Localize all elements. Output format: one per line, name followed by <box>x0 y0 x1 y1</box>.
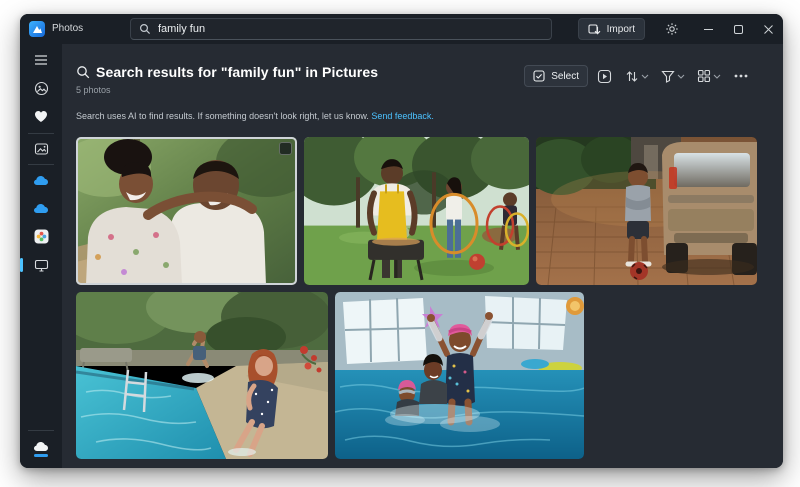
tile-view-button[interactable] <box>693 65 725 87</box>
page-title: Search results for "family fun" in Pictu… <box>96 64 378 80</box>
photos-app-logo-icon <box>29 21 45 37</box>
titlebar-right: Import <box>578 14 783 44</box>
chevron-down-icon <box>713 74 721 79</box>
sidebar-item-onedrive-photos[interactable] <box>27 168 55 192</box>
sidebar-item-gallery[interactable] <box>27 76 55 100</box>
photo-thumbnail[interactable] <box>76 137 297 285</box>
slideshow-button[interactable] <box>592 65 617 87</box>
photo-grid-row <box>76 292 783 459</box>
search-icon <box>139 23 151 35</box>
title-block: Search results for "family fun" in Pictu… <box>76 64 378 95</box>
sidebar-item-onedrive[interactable] <box>27 196 55 220</box>
sidebar-divider <box>28 133 54 134</box>
sidebar-item-favorites[interactable] <box>27 104 55 128</box>
sidebar-bottom-group <box>20 434 62 468</box>
results-toolbar: Select <box>524 65 753 87</box>
menu-button[interactable] <box>27 48 55 72</box>
results-header: Search results for "family fun" in Pictu… <box>76 64 783 95</box>
photo-thumbnail[interactable] <box>335 292 584 459</box>
sidebar-navigation <box>20 44 62 468</box>
chevron-down-icon <box>641 74 649 79</box>
sync-progress-bar <box>34 454 48 457</box>
photo-grid <box>76 137 783 459</box>
minimize-button[interactable] <box>693 14 723 44</box>
this-pc-monitor-icon <box>34 259 49 272</box>
close-button[interactable] <box>753 14 783 44</box>
sync-status-button[interactable] <box>27 434 55 458</box>
sidebar-divider <box>28 430 54 431</box>
sidebar-item-albums[interactable] <box>27 137 55 161</box>
desktop-background: Photos Import <box>0 0 800 487</box>
see-more-button[interactable] <box>729 65 753 87</box>
main-content: Search results for "family fun" in Pictu… <box>62 44 783 468</box>
albums-icon <box>34 142 49 156</box>
titlebar: Photos Import <box>20 14 783 44</box>
search-box[interactable] <box>130 18 552 40</box>
import-label: Import <box>607 24 635 35</box>
photo-grid-row <box>76 137 783 285</box>
search-input[interactable] <box>158 23 543 35</box>
photos-app-window: Photos Import <box>20 14 783 468</box>
select-label: Select <box>551 71 579 82</box>
heart-icon <box>34 110 48 123</box>
hamburger-icon <box>34 54 48 66</box>
sort-button[interactable] <box>621 65 653 87</box>
select-button[interactable]: Select <box>524 65 588 87</box>
import-button[interactable]: Import <box>578 18 645 40</box>
gallery-icon <box>34 81 49 96</box>
cloud-icon <box>33 203 49 214</box>
photo-thumbnail[interactable] <box>304 137 529 285</box>
filter-button[interactable] <box>657 65 689 87</box>
photo-count: 5 photos <box>76 85 378 95</box>
cloud-icon <box>33 175 49 186</box>
search-results-icon <box>76 65 90 79</box>
photo-select-checkbox[interactable] <box>279 142 292 155</box>
cloud-sync-icon <box>33 441 49 452</box>
icloud-photos-icon <box>34 229 49 244</box>
ai-disclaimer-text: Search uses AI to find results. If somet… <box>76 111 371 121</box>
settings-gear-icon[interactable] <box>657 14 687 44</box>
sidebar-item-this-pc[interactable] <box>27 253 55 277</box>
maximize-button[interactable] <box>723 14 753 44</box>
sidebar-divider <box>28 164 54 165</box>
send-feedback-link[interactable]: Send feedback. <box>371 111 434 121</box>
photo-thumbnail[interactable] <box>76 292 328 459</box>
chevron-down-icon <box>677 74 685 79</box>
app-title: Photos <box>52 23 83 34</box>
select-checkbox-icon <box>533 70 545 82</box>
sidebar-item-icloud-photos[interactable] <box>27 224 55 248</box>
app-body: Search results for "family fun" in Pictu… <box>20 44 783 468</box>
selected-indicator <box>20 258 23 272</box>
ai-disclaimer: Search uses AI to find results. If somet… <box>76 111 783 121</box>
import-icon <box>588 23 601 36</box>
photo-thumbnail[interactable] <box>536 137 757 285</box>
